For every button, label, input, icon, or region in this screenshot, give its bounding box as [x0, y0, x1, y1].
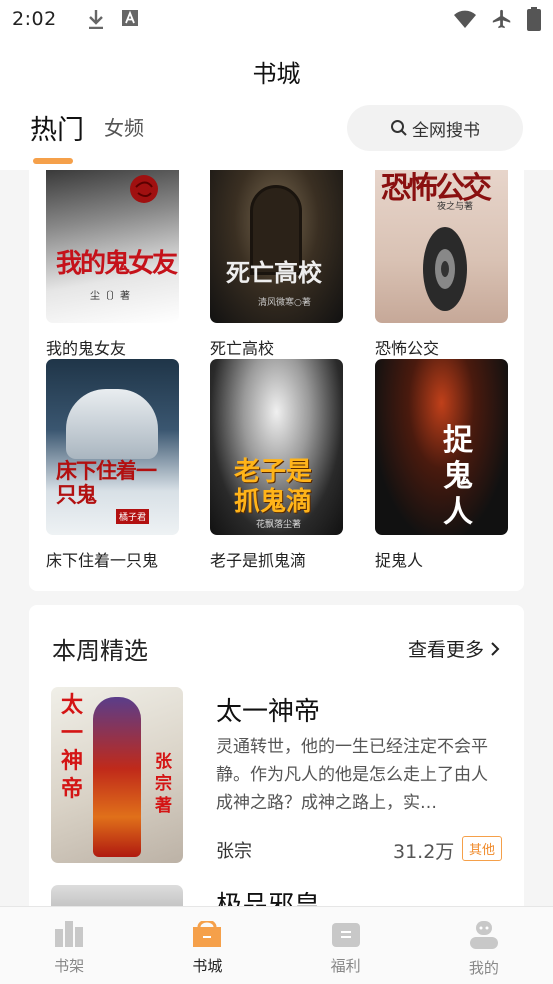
gift-card-icon: [331, 923, 360, 947]
cover-author: 张宗著: [155, 752, 172, 816]
cover-author: 花飘落尘著: [256, 520, 302, 530]
book-cover: 老子是抓鬼滴 花飘落尘著: [210, 359, 343, 535]
book-item[interactable]: 恐怖公交 夜之与著 恐怖公交: [375, 170, 508, 359]
featured-word-count: 31.2万: [393, 841, 455, 863]
book-title: 床下住着一只鬼: [46, 551, 159, 570]
featured-book-title[interactable]: 太一神帝: [216, 691, 320, 728]
see-more-link[interactable]: 查看更多: [408, 635, 500, 662]
book-item[interactable]: 老子是抓鬼滴 花飘落尘著 老子是抓鬼滴: [210, 359, 343, 571]
page-title: 书城: [252, 60, 301, 88]
user-icon: [469, 921, 498, 949]
tab-hot[interactable]: 热门: [30, 108, 84, 147]
book-title: 老子是抓鬼滴: [210, 551, 307, 570]
book-cover: 死亡高校 清风微寒○著: [210, 170, 343, 323]
bed-sheet-shape: [66, 389, 158, 459]
a-letter-icon: [121, 10, 138, 26]
nav-label: 书架: [54, 957, 85, 975]
rose-icon: [130, 175, 158, 203]
book-item[interactable]: 我的鬼女友 尘〔〕著 我的鬼女友: [46, 170, 179, 359]
book-title: 捉鬼人: [375, 551, 424, 570]
cover-text: 捉鬼人: [443, 423, 473, 530]
nav-label: 我的: [468, 959, 499, 977]
bookstore-icon: [193, 921, 222, 947]
cover-text: 老子是抓鬼滴: [234, 457, 313, 517]
nav-bookshelf[interactable]: 书架: [0, 907, 138, 984]
tire-icon: [423, 227, 467, 311]
next-book-cover[interactable]: [51, 885, 183, 906]
warrior-figure: [93, 697, 141, 857]
book-title: 死亡高校: [210, 339, 275, 358]
featured-book-description: 灵通转世，他的一生已经注定不会平静。作为凡人的他是怎么走上了由人成神之路？成神之…: [216, 737, 488, 813]
featured-book-cover[interactable]: 太一神帝 张宗著: [51, 687, 183, 863]
nav-bookstore[interactable]: 书城: [138, 907, 276, 984]
nav-label: 书城: [192, 957, 223, 975]
cover-author: 夜之与著: [437, 202, 474, 212]
cover-author: 橘子君: [116, 509, 150, 524]
featured-book-author: 张宗: [216, 841, 252, 862]
tab-female[interactable]: 女频: [104, 112, 144, 141]
cover-text: 太一神帝: [61, 692, 84, 802]
book-cover: 我的鬼女友 尘〔〕著: [46, 170, 179, 323]
chevron-right-icon: [491, 641, 500, 656]
nav-label: 福利: [330, 957, 361, 975]
cover-text: 我的鬼女友: [56, 249, 178, 279]
cover-author: 清风微寒○著: [258, 298, 311, 308]
hot-books-card: 我的鬼女友 尘〔〕著 我的鬼女友 死亡高校 清风微寒○著 死亡高校 恐怖公交 夜…: [29, 170, 524, 591]
section-title: 本周精选: [52, 637, 148, 665]
status-bar: 2:02: [0, 0, 553, 38]
status-time: 2:02: [12, 8, 57, 30]
search-icon: [391, 120, 407, 136]
battery-icon: [527, 7, 541, 31]
cover-text: 死亡高校: [226, 258, 322, 287]
book-item[interactable]: 床下住着一只鬼 橘子君 床下住着一只鬼: [46, 359, 179, 571]
content-area[interactable]: 我的鬼女友 尘〔〕著 我的鬼女友 死亡高校 清风微寒○著 死亡高校 恐怖公交 夜…: [0, 170, 553, 906]
weekly-picks-card: 本周精选 查看更多 太一神帝 张宗著 太一神帝 灵通转世，他的一生已经注定不会平…: [29, 605, 524, 906]
book-cover: 床下住着一只鬼 橘子君: [46, 359, 179, 535]
cover-text: 床下住着一只鬼: [56, 458, 157, 507]
airplane-icon: [492, 9, 511, 29]
bookshelf-icon: [55, 921, 84, 947]
nav-welfare[interactable]: 福利: [277, 907, 415, 984]
top-bar: 书城 热门 女频 全网搜书: [0, 38, 553, 170]
book-item[interactable]: 捉鬼人 捉鬼人: [375, 359, 508, 571]
download-icon: [88, 10, 103, 29]
book-item[interactable]: 死亡高校 清风微寒○著 死亡高校: [210, 170, 343, 359]
see-more-label: 查看更多: [407, 639, 484, 661]
wifi-icon: [454, 10, 476, 28]
nav-profile[interactable]: 我的: [415, 907, 553, 984]
next-book-title[interactable]: 极品邪皇: [216, 885, 320, 906]
search-button[interactable]: 全网搜书: [347, 105, 523, 151]
bottom-nav: 书架 书城 福利 我的: [0, 906, 553, 984]
book-cover: 捉鬼人: [375, 359, 508, 535]
cover-author: 尘〔〕著: [90, 291, 130, 302]
book-title: 我的鬼女友: [46, 339, 127, 358]
book-title: 恐怖公交: [375, 339, 440, 358]
book-cover: 恐怖公交 夜之与著: [375, 170, 508, 323]
search-label: 全网搜书: [412, 120, 480, 141]
tab-indicator: [33, 158, 73, 164]
category-badge: 其他: [462, 836, 502, 861]
